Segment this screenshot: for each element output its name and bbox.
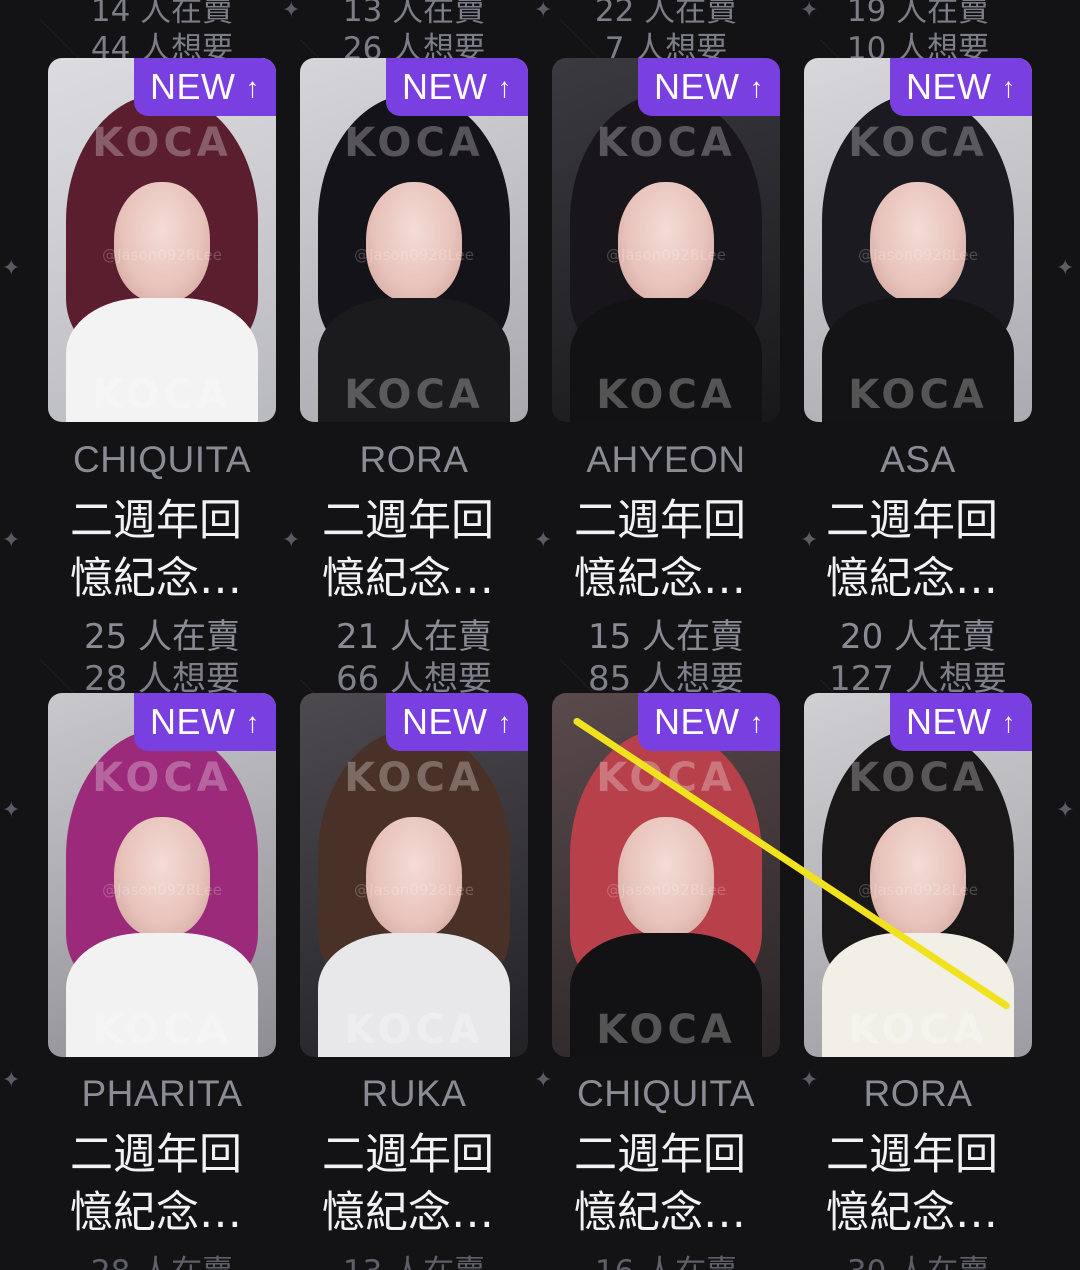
arrow-up-icon: ↑ bbox=[749, 72, 764, 103]
member-name: RUKA bbox=[361, 1073, 467, 1114]
selling-count: 13 人在賣 bbox=[298, 1246, 530, 1270]
koca-watermark: KOCA bbox=[596, 120, 736, 166]
photocard-item[interactable]: KOCA @Jason0928Lee KOCA NEW↑ bbox=[48, 58, 276, 422]
selling-count: 21 人在賣 bbox=[335, 617, 493, 657]
new-badge: NEW ↑ bbox=[890, 58, 1032, 116]
new-badge: NEW ↑ bbox=[638, 693, 780, 751]
arrow-up-icon: ↑ bbox=[497, 72, 512, 103]
trade-stats: 21 人在賣 66 人想要 bbox=[298, 616, 530, 700]
arrow-up-icon: ↑ bbox=[1001, 72, 1016, 103]
member-name: RORA bbox=[863, 1073, 973, 1114]
new-badge: NEW ↑ bbox=[386, 693, 528, 751]
sparkle-icon: ✦ bbox=[534, 528, 553, 553]
handle-watermark: @Jason0928Lee bbox=[858, 246, 978, 264]
member-name: RORA bbox=[359, 439, 469, 480]
handle-watermark: @Jason0928Lee bbox=[354, 881, 474, 899]
photocard-item[interactable]: KOCA @Jason0928Lee KOCA NEW↑ bbox=[804, 58, 1032, 422]
previous-row-stats: 14 人在賣 44 人想要 13 人在賣 26 人想要 22 人在賣 7 人想要… bbox=[0, 0, 1080, 67]
koca-watermark: KOCA bbox=[344, 1007, 484, 1053]
selling-count: 20 人在賣 bbox=[839, 617, 997, 657]
arrow-up-icon: ↑ bbox=[245, 707, 260, 738]
selling-count: 30 人在賣 bbox=[802, 1246, 1034, 1270]
selling-count: 19 人在賣 bbox=[846, 0, 990, 29]
koca-watermark: KOCA bbox=[344, 755, 484, 801]
new-badge: NEW ↑ bbox=[134, 693, 276, 751]
koca-watermark: KOCA bbox=[848, 755, 988, 801]
selling-count: 25 人在賣 bbox=[83, 617, 241, 657]
photocard-item[interactable]: KOCA @Jason0928Lee KOCA NEW↑ bbox=[300, 58, 528, 422]
selling-count: 28 人在賣 bbox=[46, 1246, 278, 1270]
arrow-up-icon: ↑ bbox=[497, 707, 512, 738]
member-name: CHIQUITA bbox=[576, 1073, 756, 1114]
card-title[interactable]: 二週年回 憶紀念… bbox=[300, 1126, 532, 1242]
selling-count: 22 人在賣 bbox=[594, 0, 738, 29]
photocard-grid-screen: ✦ ✦ ✦ ✦ ✦ ✦ ✦ ✦ ✦ ✦ ✦ ✦ ✦ ✦ 14 人在賣 44 人想… bbox=[0, 0, 1080, 1270]
selling-count: 14 人在賣 bbox=[90, 0, 234, 29]
member-name: PHARITA bbox=[81, 1073, 243, 1114]
handle-watermark: @Jason0928Lee bbox=[102, 881, 222, 899]
member-name: AHYEON bbox=[586, 439, 746, 480]
sparkle-icon: ✦ bbox=[2, 256, 21, 281]
card-title[interactable]: 二週年回 憶紀念… bbox=[48, 492, 280, 608]
koca-watermark: KOCA bbox=[848, 1007, 988, 1053]
arrow-up-icon: ↑ bbox=[749, 707, 764, 738]
handle-watermark: @Jason0928Lee bbox=[606, 881, 726, 899]
photocard-item[interactable]: KOCA @Jason0928Lee KOCA NEW↑ bbox=[48, 693, 276, 1057]
arrow-up-icon: ↑ bbox=[1001, 707, 1016, 738]
card-title[interactable]: 二週年回 憶紀念… bbox=[804, 492, 1036, 608]
selling-count: 15 人在賣 bbox=[587, 617, 745, 657]
sparkle-icon: ✦ bbox=[282, 528, 301, 553]
koca-watermark: KOCA bbox=[92, 1007, 232, 1053]
selling-count: 13 人在賣 bbox=[342, 0, 486, 29]
handle-watermark: @Jason0928Lee bbox=[606, 246, 726, 264]
sparkle-icon: ✦ bbox=[2, 528, 21, 553]
trade-stats: 20 人在賣 127 人想要 bbox=[802, 616, 1034, 700]
photocard-item[interactable]: KOCA @Jason0928Lee KOCA NEW↑ bbox=[552, 693, 780, 1057]
card-title[interactable]: 二週年回 憶紀念… bbox=[552, 492, 784, 608]
photocard-item[interactable]: KOCA @Jason0928Lee KOCA NEW↑ bbox=[552, 58, 780, 422]
koca-watermark: KOCA bbox=[596, 372, 736, 418]
photocard-item[interactable]: KOCA @Jason0928Lee KOCA NEW↑ bbox=[300, 693, 528, 1057]
koca-watermark: KOCA bbox=[848, 372, 988, 418]
card-title[interactable]: 二週年回 憶紀念… bbox=[300, 492, 532, 608]
handle-watermark: @Jason0928Lee bbox=[354, 246, 474, 264]
card-title[interactable]: 二週年回 憶紀念… bbox=[552, 1126, 784, 1242]
koca-watermark: KOCA bbox=[92, 755, 232, 801]
new-badge: NEW ↑ bbox=[386, 58, 528, 116]
member-name: ASA bbox=[880, 439, 956, 480]
member-name: CHIQUITA bbox=[72, 439, 252, 480]
koca-watermark: KOCA bbox=[848, 120, 988, 166]
card-title[interactable]: 二週年回 憶紀念… bbox=[804, 1126, 1036, 1242]
new-badge: NEW ↑ bbox=[134, 58, 276, 116]
trade-stats: 15 人在賣 85 人想要 bbox=[550, 616, 782, 700]
sparkle-icon: ✦ bbox=[2, 798, 21, 823]
koca-watermark: KOCA bbox=[92, 120, 232, 166]
koca-watermark: KOCA bbox=[596, 1007, 736, 1053]
new-badge: NEW ↑ bbox=[638, 58, 780, 116]
trade-stats: 25 人在賣 28 人想要 bbox=[46, 616, 278, 700]
selling-count: 16 人在賣 bbox=[550, 1246, 782, 1270]
handle-watermark: @Jason0928Lee bbox=[102, 246, 222, 264]
card-title[interactable]: 二週年回 憶紀念… bbox=[48, 1126, 280, 1242]
arrow-up-icon: ↑ bbox=[245, 72, 260, 103]
sparkle-icon: ✦ bbox=[1056, 798, 1075, 823]
new-badge: NEW ↑ bbox=[890, 693, 1032, 751]
koca-watermark: KOCA bbox=[344, 372, 484, 418]
koca-watermark: KOCA bbox=[92, 372, 232, 418]
koca-watermark: KOCA bbox=[344, 120, 484, 166]
sparkle-icon: ✦ bbox=[1056, 256, 1075, 281]
sparkle-icon: ✦ bbox=[2, 1068, 21, 1093]
